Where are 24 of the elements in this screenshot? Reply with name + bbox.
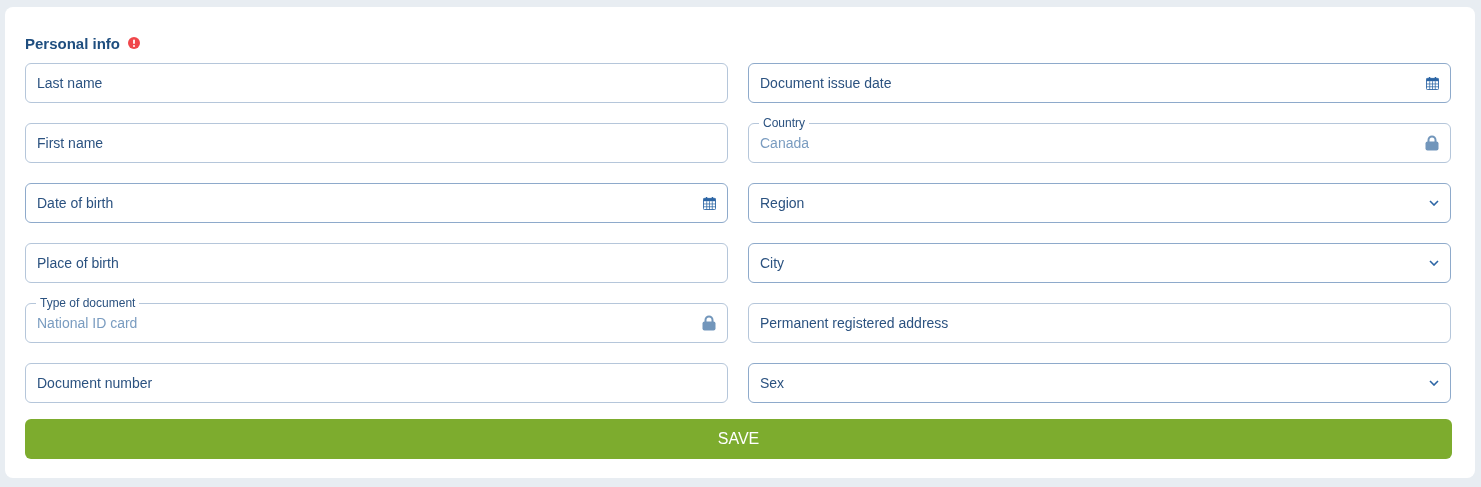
text-field[interactable]: Place of birth xyxy=(25,243,728,283)
text-field[interactable]: Last name xyxy=(25,63,728,103)
chevron-down-icon xyxy=(1429,380,1439,386)
dropdown[interactable]: Sex xyxy=(748,363,1451,403)
lock-icon xyxy=(1425,135,1439,151)
calendar-icon xyxy=(1426,76,1439,90)
field-label: Country xyxy=(762,116,807,130)
chevron-down-icon xyxy=(1429,260,1439,266)
field-label: Type of document xyxy=(39,296,137,310)
text-field[interactable]: Permanent registered address xyxy=(748,303,1451,343)
locked-field[interactable]: Type of document National ID card xyxy=(25,296,728,343)
section-title: Personal info xyxy=(25,34,121,52)
text-field[interactable]: First name xyxy=(25,123,728,163)
date-field[interactable]: Document issue date xyxy=(748,63,1451,103)
field-value: National ID card xyxy=(37,315,138,331)
text-field[interactable]: Document number xyxy=(25,363,728,403)
lock-icon xyxy=(702,315,716,331)
chevron-down-icon xyxy=(1429,200,1439,206)
date-field[interactable]: Date of birth xyxy=(25,183,728,223)
locked-field[interactable]: Country Canada xyxy=(748,116,1451,163)
dropdown[interactable]: City xyxy=(748,243,1451,283)
calendar-icon xyxy=(703,196,716,210)
field-value: Canada xyxy=(760,135,810,151)
dropdown[interactable]: Region xyxy=(748,183,1451,223)
